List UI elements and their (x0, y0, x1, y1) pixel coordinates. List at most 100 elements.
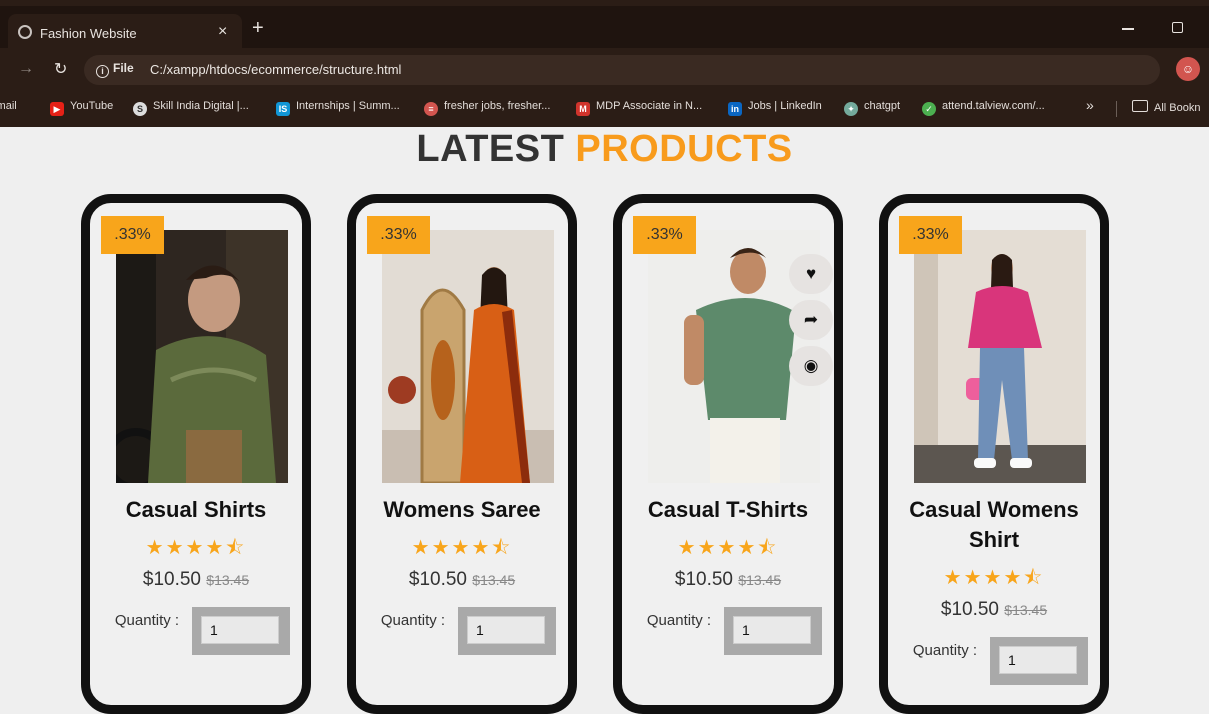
chatgpt-icon: ✦ (844, 102, 858, 116)
bookmark-talview[interactable]: ✓ attend.talview.com/... (922, 100, 1045, 116)
quantity-input[interactable] (999, 646, 1077, 674)
naukri-icon: ≡ (424, 102, 438, 116)
quantity-box (192, 607, 290, 655)
product-name[interactable]: Womens Saree (356, 495, 568, 525)
internshala-icon: IS (276, 102, 290, 116)
globe-icon (18, 25, 32, 39)
new-tab-button[interactable]: + (252, 18, 264, 38)
rating-stars: ★★★★⯪ (943, 567, 1045, 589)
discount-badge: .33% (633, 216, 696, 254)
bookmark-label: attend.talview.com/... (942, 100, 1045, 112)
minimize-icon[interactable] (1122, 28, 1134, 30)
browser-chrome: Fashion Website × + → ↻ i File C:/xampp/h… (0, 0, 1209, 127)
bookmark-linkedin[interactable]: in Jobs | LinkedIn (728, 100, 822, 116)
site-info-chip[interactable]: i File (96, 61, 134, 78)
quantity-input[interactable] (467, 616, 545, 644)
tab-title: Fashion Website (40, 26, 137, 41)
discount-badge: .33% (899, 216, 962, 254)
heart-icon[interactable]: ♥ (789, 254, 833, 294)
product-card[interactable]: .33% Casual Shirts ★★★★⯪ $10.50 $13.45 Q… (81, 194, 311, 714)
bookmark-naukri[interactable]: ≡ fresher jobs, fresher... (424, 100, 550, 116)
linkedin-icon: in (728, 102, 742, 116)
bookmark-mdp[interactable]: M MDP Associate in N... (576, 100, 702, 116)
url-text[interactable]: C:/xampp/htdocs/ecommerce/structure.html (150, 62, 401, 77)
quantity-box (990, 637, 1088, 685)
quantity-label: Quantity : (646, 612, 712, 629)
restore-window-icon[interactable] (1172, 22, 1183, 33)
bookmarks-divider (1116, 101, 1117, 117)
bookmark-youtube[interactable]: ▶ YouTube (50, 100, 113, 116)
product-name[interactable]: Casual T-Shirts (622, 495, 834, 525)
quantity-box (724, 607, 822, 655)
quantity-input[interactable] (201, 616, 279, 644)
discount-badge: .33% (101, 216, 164, 254)
forward-icon[interactable]: → (18, 60, 34, 78)
address-bar[interactable]: i File C:/xampp/htdocs/ecommerce/structur… (84, 55, 1160, 85)
folder-icon (1132, 100, 1148, 112)
current-price: $10.50 (142, 569, 201, 590)
page-title: LATEST PRODUCTS (0, 128, 1209, 171)
site-info-label: File (113, 61, 134, 75)
product-price: $10.50 $13.45 (622, 569, 834, 591)
bookmark-label: Internships | Summ... (296, 100, 400, 112)
product-image-womens-saree[interactable] (382, 230, 554, 483)
bookmarks-bar: Gmail ▶ YouTube S Skill India Digital |...… (0, 92, 1209, 124)
skill-india-icon: S (133, 102, 147, 116)
bookmark-gmail[interactable]: Gmail (0, 100, 17, 112)
product-card[interactable]: .33% Womens Saree ★★★★⯪ $10.50 $13.45 Qu… (347, 194, 577, 714)
bookmark-chatgpt[interactable]: ✦ chatgpt (844, 100, 900, 116)
product-card[interactable]: .33% Casual Womens Shirt ★★★★⯪ $10.50 $1… (879, 194, 1109, 714)
profile-avatar[interactable]: ☺ (1176, 57, 1200, 81)
page-title-main: LATEST (416, 128, 565, 170)
old-price: $13.45 (738, 572, 782, 588)
quantity-label: Quantity : (912, 642, 978, 659)
product-image-casual-shirts[interactable] (116, 230, 288, 483)
current-price: $10.50 (408, 569, 467, 590)
info-icon: i (96, 65, 109, 78)
eye-icon[interactable]: ◉ (789, 346, 833, 386)
bookmark-label: MDP Associate in N... (596, 100, 703, 112)
rating-stars: ★★★★⯪ (677, 537, 779, 559)
talview-icon: ✓ (922, 102, 936, 116)
tab-fashion-website[interactable]: Fashion Website × (8, 14, 242, 54)
product-price: $10.50 $13.45 (888, 599, 1100, 621)
share-icon[interactable]: ➦ (789, 300, 833, 340)
bookmark-label: YouTube (70, 100, 114, 112)
bookmark-internshala[interactable]: IS Internships | Summ... (276, 100, 400, 116)
all-bookmarks-button[interactable]: All Bookn (1132, 100, 1200, 114)
product-image-casual-womens-shirt[interactable] (914, 230, 1086, 483)
quantity-input[interactable] (733, 616, 811, 644)
mdp-icon: M (576, 102, 590, 116)
bookmark-label: Skill India Digital |... (153, 100, 249, 112)
bookmark-label: Jobs | LinkedIn (748, 100, 822, 112)
old-price: $13.45 (472, 572, 516, 588)
more-bookmarks-icon[interactable]: » (1086, 97, 1094, 113)
discount-badge: .33% (367, 216, 430, 254)
reload-icon[interactable]: ↻ (54, 59, 67, 79)
old-price: $13.45 (1004, 602, 1048, 618)
product-card[interactable]: ♥ ➦ ◉ .33% Casual T-Shirts ★★★★⯪ $10.50 … (613, 194, 843, 714)
product-name-text: Casual Womens Shirt (909, 497, 1079, 552)
address-row: → ↻ i File C:/xampp/htdocs/ecommerce/stru… (0, 52, 1209, 88)
quantity-label: Quantity : (114, 612, 180, 629)
current-price: $10.50 (940, 599, 999, 620)
current-price: $10.50 (674, 569, 733, 590)
product-price: $10.50 $13.45 (90, 569, 302, 591)
rating-stars: ★★★★⯪ (145, 537, 247, 559)
bookmark-label: fresher jobs, fresher... (444, 100, 551, 112)
tab-close-icon[interactable]: × (218, 23, 227, 41)
quantity-label: Quantity : (380, 612, 446, 629)
product-name[interactable]: Casual Womens Shirt (888, 495, 1100, 555)
tab-strip: Fashion Website × + (0, 6, 1209, 54)
rating-stars: ★★★★⯪ (411, 537, 513, 559)
bookmark-skill-india[interactable]: S Skill India Digital |... (133, 100, 249, 116)
product-name[interactable]: Casual Shirts (90, 495, 302, 525)
old-price: $13.45 (206, 572, 250, 588)
product-price: $10.50 $13.45 (356, 569, 568, 591)
page-title-accent: PRODUCTS (575, 128, 793, 170)
bookmark-label: Gmail (0, 100, 17, 112)
all-bookmarks-label: All Bookn (1154, 102, 1201, 114)
quantity-box (458, 607, 556, 655)
bookmark-label: chatgpt (864, 100, 901, 112)
youtube-icon: ▶ (50, 102, 64, 116)
